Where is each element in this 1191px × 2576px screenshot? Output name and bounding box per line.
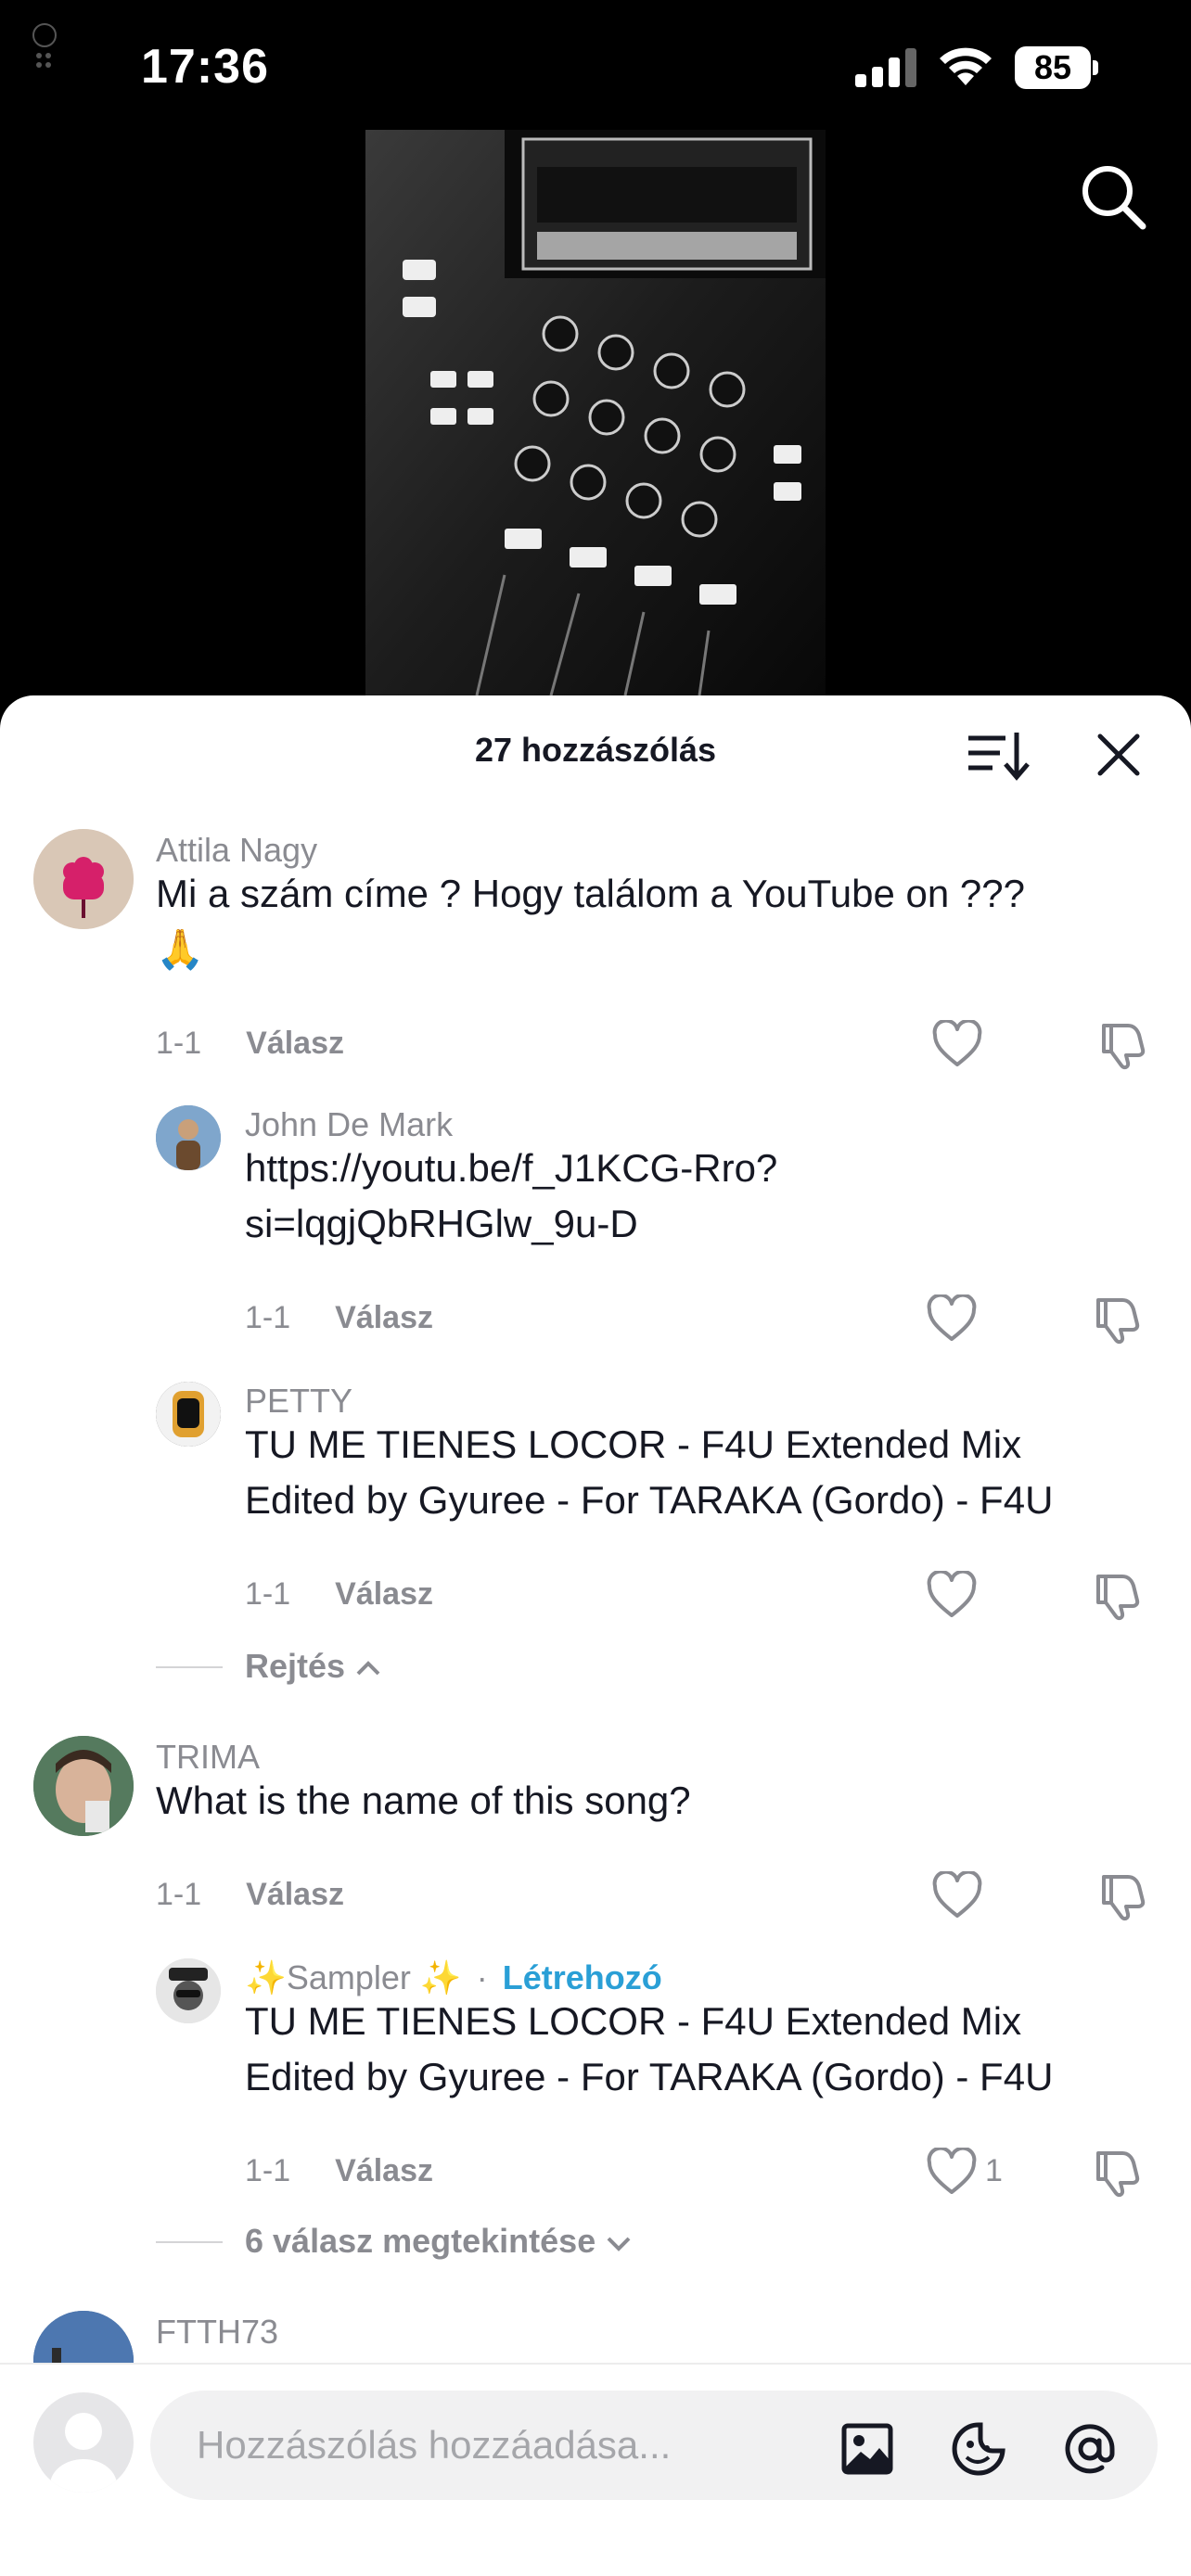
reply-author[interactable]: ✨Sampler ✨: [245, 1958, 462, 1996]
comment-date: 1-1: [245, 1576, 291, 1612]
reply-button[interactable]: Válasz: [246, 1026, 344, 1061]
heart-icon[interactable]: [926, 1294, 978, 1343]
heart-icon[interactable]: [931, 1020, 983, 1068]
avatar[interactable]: [156, 1105, 221, 1170]
hide-replies-label: Rejtés: [245, 1647, 346, 1685]
heart-icon[interactable]: [926, 1571, 978, 1619]
comment-text: Edited by Gyuree - For TARAKA (Gordo) - …: [245, 1478, 1054, 1522]
comment-meta: 1-1 Válasz: [245, 1300, 433, 1336]
wifi-icon: [940, 47, 992, 85]
dislike-icon[interactable]: [1091, 1569, 1143, 1621]
hide-replies-toggle[interactable]: Rejtés: [245, 1647, 382, 1686]
dislike-icon[interactable]: [1096, 1018, 1148, 1070]
chevron-down-icon: [607, 2238, 631, 2252]
battery-level: 85: [1015, 46, 1091, 89]
avatar[interactable]: [33, 1736, 134, 1836]
heart-icon[interactable]: [926, 2148, 978, 2196]
comment-username[interactable]: Attila Nagy: [156, 831, 317, 870]
comment-meta: 1-1 Válasz: [245, 1576, 433, 1613]
view-replies-toggle[interactable]: 6 válasz megtekintése: [245, 2222, 633, 2261]
app-indicator-icon: [32, 23, 57, 68]
mention-icon[interactable]: [1061, 2420, 1119, 2478]
sort-icon[interactable]: [965, 727, 1030, 783]
comment-date: 1-1: [245, 2153, 291, 2188]
status-bar: 17:36 85: [0, 0, 1191, 130]
comment-meta: 1-1 Válasz: [156, 1877, 344, 1913]
search-icon[interactable]: [1078, 161, 1148, 232]
comment-input-bar: [0, 2363, 1191, 2576]
comments-sheet: 27 hozzászólás Attila Nagy Mi a szám cím…: [0, 695, 1191, 2576]
video-thumbnail[interactable]: [365, 130, 826, 695]
battery-indicator: 85: [1015, 46, 1100, 89]
comment-meta: 1-1 Válasz: [156, 1026, 344, 1062]
avatar: [33, 2392, 134, 2493]
avatar[interactable]: [156, 1382, 221, 1447]
like-count: 1: [985, 2153, 1003, 2188]
avatar[interactable]: [33, 829, 134, 929]
image-icon[interactable]: [839, 2420, 896, 2478]
comment-input[interactable]: [197, 2415, 809, 2476]
reply-button[interactable]: Válasz: [335, 1300, 433, 1335]
chevron-up-icon: [356, 1661, 380, 1676]
reply-button[interactable]: Válasz: [335, 2153, 433, 2188]
comment-date: 1-1: [156, 1026, 202, 1061]
comment-input-container: [150, 2391, 1158, 2500]
comment-meta: 1-1 Válasz: [245, 2153, 433, 2189]
comment-text: Edited by Gyuree - For TARAKA (Gordo) - …: [245, 2055, 1054, 2098]
comment-text[interactable]: https://youtu.be/f_J1KCG-Rro?: [245, 1141, 777, 1196]
emoji-icon[interactable]: [950, 2420, 1007, 2478]
comment-text: TU ME TIENES LOCOR - F4U Extended Mix: [245, 1422, 1022, 1466]
view-replies-label: 6 válasz megtekintése: [245, 2222, 596, 2260]
dislike-icon[interactable]: [1096, 1869, 1148, 1921]
comment-username[interactable]: PETTY: [245, 1382, 352, 1421]
dislike-icon[interactable]: [1091, 2146, 1143, 2198]
creator-badge: Létrehozó: [502, 1958, 662, 1996]
sheet-header: 27 hozzászólás: [0, 695, 1191, 807]
comment-text[interactable]: si=lqgjQbRHGlw_9u-D: [245, 1196, 638, 1252]
divider: [156, 1666, 223, 1668]
heart-icon[interactable]: [931, 1871, 983, 1919]
avatar[interactable]: [156, 1958, 221, 2023]
dislike-icon[interactable]: [1091, 1293, 1143, 1345]
comment-username[interactable]: TRIMA: [156, 1738, 260, 1777]
reply-button[interactable]: Válasz: [335, 1576, 433, 1612]
divider: [156, 2241, 223, 2243]
cellular-signal-icon: [855, 48, 916, 87]
comment-text: Mi a szám címe ? Hogy találom a YouTube …: [156, 872, 1025, 915]
badge-separator: ·: [476, 1958, 488, 1996]
comment-date: 1-1: [245, 1300, 291, 1335]
close-icon[interactable]: [1091, 727, 1146, 783]
comment-text: TU ME TIENES LOCOR - F4U Extended Mix: [245, 1999, 1022, 2043]
reply-button[interactable]: Válasz: [246, 1877, 344, 1912]
status-time: 17:36: [141, 40, 269, 94]
comment-date: 1-1: [156, 1877, 202, 1912]
comment-text: What is the name of this song?: [156, 1779, 691, 1822]
comment-username: ✨Sampler ✨ · Létrehozó: [245, 1958, 662, 1997]
comment-username[interactable]: FTTH73: [156, 2313, 278, 2352]
comment-text-emoji: 🙏: [156, 927, 205, 971]
comment-username[interactable]: John De Mark: [245, 1105, 453, 1144]
